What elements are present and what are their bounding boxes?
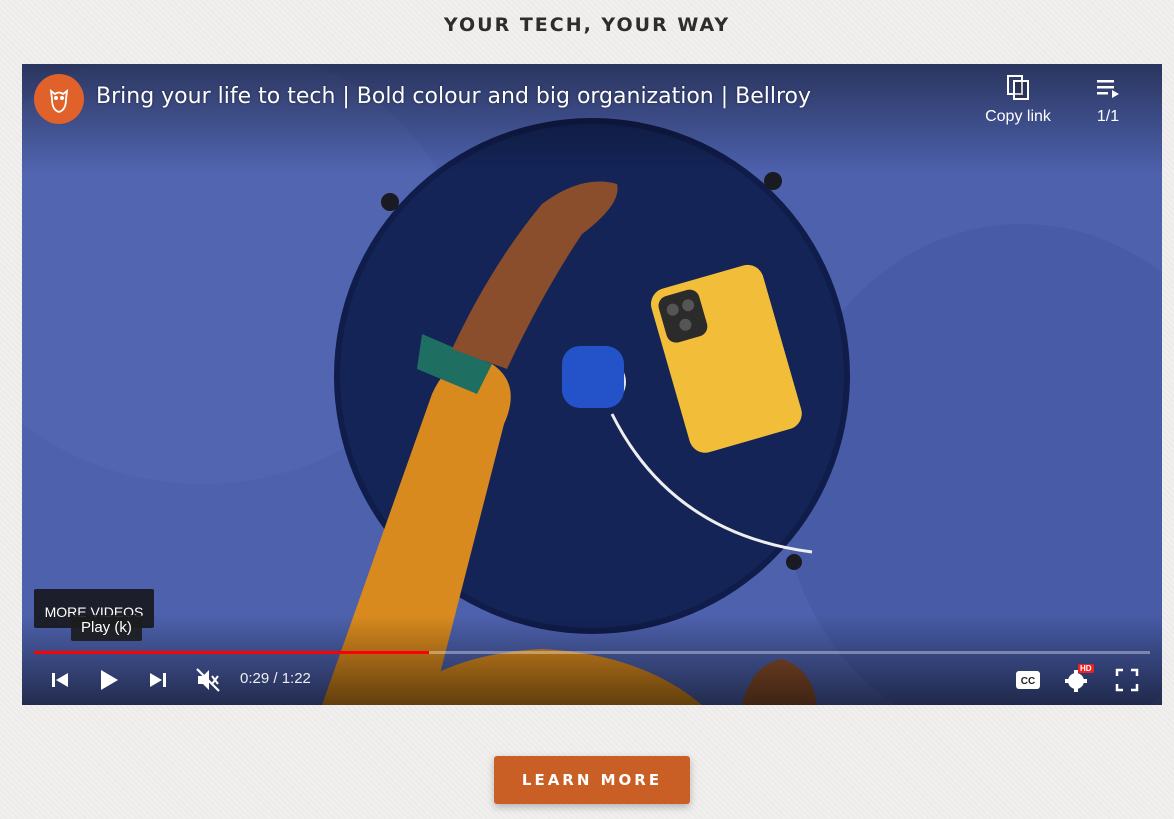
copy-link-label: Copy link: [985, 108, 1051, 125]
copy-icon: [1007, 75, 1029, 100]
volume-muted-icon: [196, 668, 220, 692]
copy-link-button[interactable]: Copy link: [977, 74, 1059, 126]
progress-bar[interactable]: [34, 651, 1150, 654]
fullscreen-button[interactable]: [1112, 664, 1142, 696]
closed-captions-icon: CC: [1016, 671, 1040, 689]
channel-avatar[interactable]: [34, 74, 84, 124]
progress-played: [34, 651, 430, 654]
next-button[interactable]: [144, 664, 172, 696]
skip-next-icon: [150, 673, 166, 687]
mute-button[interactable]: [192, 664, 224, 696]
previous-button[interactable]: [46, 664, 74, 696]
settings-button[interactable]: HD: [1060, 664, 1098, 696]
captions-button[interactable]: CC: [1012, 664, 1044, 696]
playlist-count: 1/1: [1096, 108, 1120, 125]
playlist-button[interactable]: 1/1: [1088, 74, 1128, 126]
fullscreen-icon: [1115, 668, 1139, 692]
hd-badge: HD: [1078, 664, 1094, 673]
video-title[interactable]: Bring your life to tech | Bold colour an…: [96, 84, 811, 109]
time-display: 0:29 / 1:22: [240, 670, 311, 687]
play-button[interactable]: [94, 664, 124, 696]
skip-previous-icon: [52, 673, 68, 687]
learn-more-button[interactable]: LEARN MORE: [494, 756, 690, 804]
play-icon: [101, 670, 118, 690]
owl-logo-icon: [49, 89, 69, 113]
svg-text:CC: CC: [1021, 676, 1035, 687]
play-tooltip: Play (k): [71, 615, 142, 641]
section-title: YOUR TECH, YOUR WAY: [443, 14, 731, 36]
video-player[interactable]: Bring your life to tech | Bold colour an…: [22, 64, 1162, 705]
playlist-icon: [1097, 80, 1119, 98]
